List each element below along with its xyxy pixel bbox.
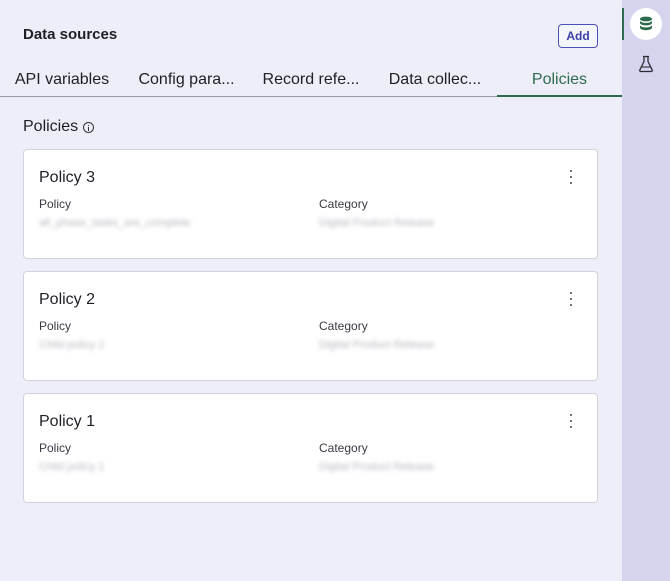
category-value: Digital Product Release — [319, 461, 434, 473]
flask-icon[interactable] — [638, 55, 654, 73]
section-header: Policies — [23, 117, 95, 137]
policy-value: all_phase_tasks_are_complete — [39, 217, 191, 229]
tab-bar: API variables Config para... Record refe… — [0, 64, 622, 97]
policy-card[interactable]: Policy 2 Policy Child policy 2 Category … — [23, 271, 598, 381]
database-icon[interactable] — [630, 8, 662, 40]
tab-record-references[interactable]: Record refe... — [249, 64, 373, 97]
main-panel: Data sources Add API variables Config pa… — [0, 0, 622, 581]
section-title: Policies — [23, 118, 79, 135]
policy-card-title: Policy 1 — [39, 413, 96, 430]
category-value: Digital Product Release — [319, 339, 434, 351]
category-label: Category — [319, 197, 368, 211]
info-icon[interactable] — [83, 121, 95, 133]
side-rail — [622, 0, 670, 581]
tab-policies[interactable]: Policies — [497, 64, 622, 97]
tab-api-variables[interactable]: API variables — [0, 64, 124, 97]
tab-data-collections[interactable]: Data collec... — [373, 64, 497, 97]
more-options-icon[interactable] — [567, 292, 575, 306]
panel-title: Data sources — [23, 26, 118, 43]
active-indicator — [622, 8, 624, 40]
policy-card-title: Policy 3 — [39, 169, 96, 186]
more-options-icon[interactable] — [567, 170, 575, 184]
policy-value: Child policy 1 — [39, 461, 105, 473]
category-label: Category — [319, 441, 368, 455]
policy-label: Policy — [39, 197, 72, 211]
more-options-icon[interactable] — [567, 414, 575, 428]
panel-header: Data sources Add — [23, 24, 598, 49]
category-value: Digital Product Release — [319, 217, 434, 229]
policy-label: Policy — [39, 319, 72, 333]
tab-config-parameters[interactable]: Config para... — [124, 64, 249, 97]
policy-label: Policy — [39, 441, 72, 455]
add-button[interactable]: Add — [558, 24, 598, 48]
policy-card[interactable]: Policy 1 Policy Child policy 1 Category … — [23, 393, 598, 503]
policy-value: Child policy 2 — [39, 339, 105, 351]
policy-card-title: Policy 2 — [39, 291, 96, 308]
category-label: Category — [319, 319, 368, 333]
policy-card[interactable]: Policy 3 Policy all_phase_tasks_are_comp… — [23, 149, 598, 259]
